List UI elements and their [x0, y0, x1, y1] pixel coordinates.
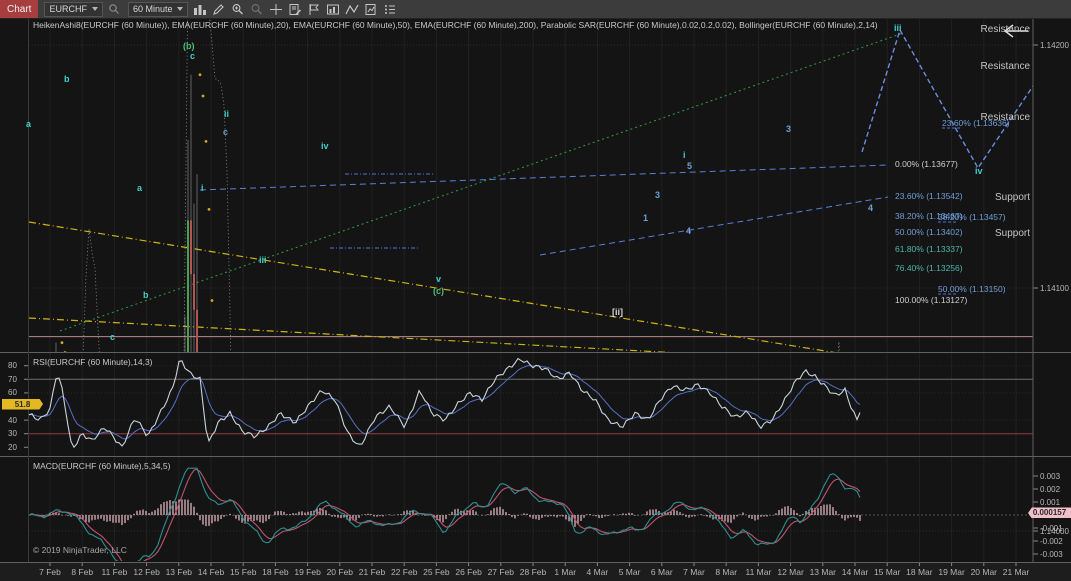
search-icon[interactable]: [107, 2, 122, 16]
flag-icon[interactable]: [306, 2, 321, 16]
chevron-down-icon: [177, 7, 183, 11]
zoom-out-icon[interactable]: [249, 2, 264, 16]
interval-value: 60 Minute: [133, 4, 173, 14]
chevron-down-icon: [92, 7, 98, 11]
chart-tab[interactable]: Chart: [0, 0, 38, 18]
instrument-selector[interactable]: EURCHF: [44, 2, 103, 17]
chart-window: Chart EURCHF 60 Minute 7 Feb8 Feb11 Feb1…: [0, 0, 1071, 581]
report-icon[interactable]: [363, 2, 378, 16]
crosshair-plus-icon[interactable]: [268, 2, 283, 16]
pencil-icon[interactable]: [211, 2, 226, 16]
note-edit-icon[interactable]: [287, 2, 302, 16]
zigzag-icon[interactable]: [344, 2, 359, 16]
instrument-value: EURCHF: [49, 4, 87, 14]
interval-selector[interactable]: 60 Minute: [128, 2, 189, 17]
zoom-in-icon[interactable]: [230, 2, 245, 16]
toolbar: Chart EURCHF 60 Minute: [0, 0, 1071, 19]
chart-canvas[interactable]: [0, 0, 1071, 581]
list-settings-icon[interactable]: [382, 2, 397, 16]
chart-style-icon[interactable]: [192, 2, 207, 16]
snapshot-icon[interactable]: [325, 2, 340, 16]
